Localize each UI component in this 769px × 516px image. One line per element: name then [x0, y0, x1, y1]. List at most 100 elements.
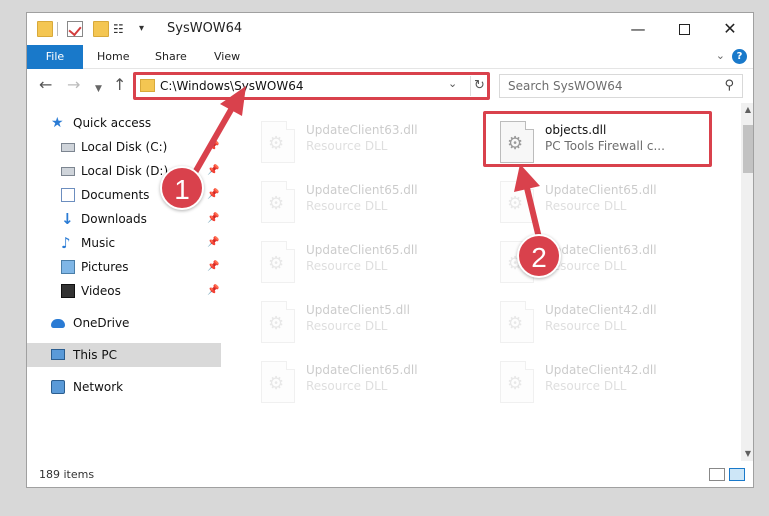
file-name: UpdateClient42.dll — [545, 363, 657, 377]
file-description: PC Tools Firewall c... — [545, 139, 665, 153]
computer-icon — [51, 349, 65, 360]
videos-icon — [61, 284, 75, 298]
file-item[interactable]: UpdateClient65.dll Resource DLL — [245, 233, 475, 283]
tab-share[interactable]: Share — [155, 45, 187, 69]
address-path[interactable]: C:\Windows\SysWOW64 — [160, 79, 304, 93]
search-icon[interactable]: ⚲ — [724, 78, 734, 93]
folder-icon — [140, 79, 155, 92]
dll-file-icon — [261, 241, 295, 283]
back-button[interactable]: ← — [39, 76, 52, 94]
pin-icon[interactable]: 📌 — [207, 255, 219, 279]
explorer-window: ☷ ▾ SysWOW64 — ✕ File Home Share View ⌄ … — [26, 12, 754, 488]
file-description: Resource DLL — [545, 319, 627, 333]
dll-file-icon — [261, 181, 295, 223]
dll-file-icon — [261, 361, 295, 403]
sidebar-item-this-pc[interactable]: This PC — [27, 343, 221, 367]
callout-badge-2: 2 — [517, 234, 561, 278]
file-item[interactable]: UpdateClient42.dll Resource DLL — [484, 293, 714, 343]
status-bar: 189 items — [27, 461, 753, 487]
tab-home[interactable]: Home — [97, 45, 129, 69]
dll-file-icon — [500, 301, 534, 343]
large-icons-view-icon[interactable] — [729, 468, 745, 481]
file-name: UpdateClient63.dll — [306, 123, 418, 137]
pin-icon[interactable]: 📌 — [207, 231, 219, 255]
maximize-button[interactable] — [661, 13, 707, 45]
dll-file-icon — [500, 121, 534, 163]
title-bar: ☷ ▾ SysWOW64 — ✕ — [27, 13, 753, 45]
dll-file-icon — [500, 181, 534, 223]
sidebar-item-label: Downloads — [81, 212, 147, 226]
dll-file-icon — [261, 121, 295, 163]
scroll-up-icon[interactable]: ▲ — [741, 103, 753, 117]
toolbar-divider — [57, 22, 58, 36]
vertical-scrollbar[interactable]: ▲ ▼ — [741, 103, 753, 461]
music-icon: ♪ — [61, 234, 71, 252]
forward-button[interactable]: → — [67, 76, 80, 94]
scrollbar-thumb[interactable] — [743, 125, 753, 173]
file-item-objects-dll[interactable]: objects.dll PC Tools Firewall c... — [484, 113, 714, 163]
pin-icon[interactable]: 📌 — [207, 183, 219, 207]
file-description: Resource DLL — [306, 139, 388, 153]
sidebar-item-label: Pictures — [81, 260, 129, 274]
navigation-pane: ★ Quick access Local Disk (C:) 📌 Local D… — [27, 103, 221, 461]
pin-icon[interactable]: 📌 — [207, 159, 219, 183]
file-item[interactable]: UpdateClient5.dll Resource DLL — [245, 293, 475, 343]
file-list: UpdateClient63.dll Resource DLL objects.… — [221, 103, 741, 461]
onedrive-icon — [51, 319, 65, 328]
sidebar-item-local-disk-c[interactable]: Local Disk (C:) 📌 — [27, 135, 221, 159]
file-description: Resource DLL — [545, 379, 627, 393]
pin-icon[interactable]: 📌 — [207, 279, 219, 303]
address-dropdown-icon[interactable]: ⌄ — [448, 77, 457, 90]
file-name: UpdateClient65.dll — [545, 183, 657, 197]
address-bar[interactable]: C:\Windows\SysWOW64 ⌄ ↻ — [135, 74, 488, 98]
sidebar-item-videos[interactable]: Videos 📌 — [27, 279, 221, 303]
file-item[interactable]: UpdateClient65.dll Resource DLL — [245, 173, 475, 223]
close-button[interactable]: ✕ — [707, 13, 753, 45]
details-view-icon[interactable] — [709, 468, 725, 481]
pin-icon[interactable]: 📌 — [207, 135, 219, 159]
file-name: UpdateClient65.dll — [306, 243, 418, 257]
file-name: UpdateClient42.dll — [545, 303, 657, 317]
pin-icon[interactable]: 📌 — [207, 207, 219, 231]
file-name: UpdateClient65.dll — [306, 363, 418, 377]
up-button[interactable]: ↑ — [113, 76, 126, 94]
file-item[interactable]: UpdateClient65.dll Resource DLL — [245, 353, 475, 403]
refresh-button[interactable]: ↻ — [470, 76, 488, 96]
sidebar-item-downloads[interactable]: ↓ Downloads 📌 — [27, 207, 221, 231]
sidebar-item-quick-access[interactable]: ★ Quick access — [27, 111, 221, 135]
dll-file-icon — [261, 301, 295, 343]
tab-file[interactable]: File — [27, 45, 83, 69]
view-options-icon[interactable]: ☷ — [113, 21, 129, 37]
file-description: Resource DLL — [306, 319, 388, 333]
file-item[interactable]: UpdateClient42.dll Resource DLL — [484, 353, 714, 403]
scroll-down-icon[interactable]: ▼ — [741, 447, 753, 461]
sidebar-item-network[interactable]: Network — [27, 375, 221, 399]
sidebar-item-music[interactable]: ♪ Music 📌 — [27, 231, 221, 255]
disk-icon — [61, 143, 75, 152]
help-icon[interactable]: ? — [732, 49, 747, 64]
sidebar-item-label: Network — [73, 380, 124, 394]
minimize-button[interactable]: — — [615, 13, 661, 45]
search-input[interactable]: Search SysWOW64 ⚲ — [499, 74, 743, 98]
expand-ribbon-icon[interactable]: ⌄ — [716, 49, 725, 62]
properties-icon[interactable] — [67, 21, 83, 37]
recent-locations-button[interactable]: ▼ — [95, 80, 102, 98]
new-folder-icon[interactable] — [93, 21, 109, 37]
sidebar-item-onedrive[interactable]: OneDrive — [27, 311, 221, 335]
star-icon: ★ — [51, 115, 64, 131]
file-name: UpdateClient5.dll — [306, 303, 410, 317]
sidebar-item-label: This PC — [73, 348, 117, 362]
file-item[interactable]: UpdateClient63.dll Resource DLL — [245, 113, 475, 163]
window-title: SysWOW64 — [167, 21, 243, 36]
sidebar-item-label: Documents — [81, 188, 150, 202]
search-placeholder: Search SysWOW64 — [508, 79, 623, 93]
item-count: 189 items — [39, 468, 95, 481]
sidebar-item-pictures[interactable]: Pictures 📌 — [27, 255, 221, 279]
sidebar-item-label: Quick access — [73, 116, 152, 130]
navigation-bar: ← → ▼ ↑ C:\Windows\SysWOW64 ⌄ ↻ Search S… — [27, 69, 753, 103]
tab-view[interactable]: View — [214, 45, 240, 69]
file-item[interactable]: UpdateClient65.dll Resource DLL — [484, 173, 714, 223]
customize-toolbar-icon[interactable]: ▾ — [139, 21, 155, 37]
file-name: UpdateClient63.dll — [545, 243, 657, 257]
folder-icon[interactable] — [37, 21, 53, 37]
